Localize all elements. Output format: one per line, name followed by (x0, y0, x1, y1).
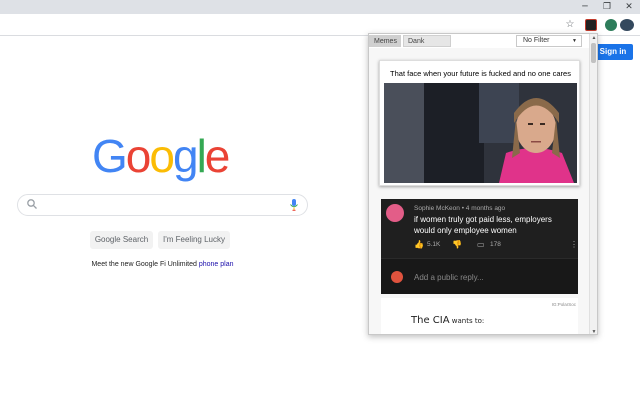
meme-credit: IG:PolarSoc (551, 302, 576, 307)
meme-card[interactable]: Sophie McKeon • 4 months ago if women tr… (381, 199, 578, 294)
scroll-up-arrow-icon[interactable]: ▲ (590, 34, 597, 42)
sign-in-button[interactable]: Sign in (593, 44, 633, 60)
comment-author: Sophie McKeon • 4 months ago (414, 205, 506, 212)
google-logo: Google (92, 130, 231, 182)
meme-text-big: The CIA (411, 315, 450, 326)
title-bar: ─ ❐ ✕ (0, 0, 640, 14)
logo-letter: g (172, 130, 199, 182)
feeling-lucky-button[interactable]: I'm Feeling Lucky (158, 231, 230, 249)
search-input[interactable] (17, 194, 308, 216)
logo-letter: G (92, 130, 128, 182)
reply-count: 178 (490, 241, 501, 248)
logo-letter: o (125, 130, 152, 182)
bookmark-star-icon[interactable]: ☆ (563, 18, 577, 32)
meme-card[interactable]: That face when your future is fucked and… (379, 60, 580, 186)
like-count: 5.1K (427, 241, 441, 248)
scroll-down-arrow-icon[interactable]: ▼ (590, 328, 597, 334)
logo-letter: o (149, 130, 175, 182)
tab-dank-memes[interactable]: Dank memes (403, 35, 451, 57)
avatar (391, 271, 403, 283)
meme-image (384, 83, 577, 183)
reply-placeholder: Add a public reply... (414, 273, 484, 282)
extension-icon[interactable] (605, 19, 617, 31)
search-icon (27, 199, 37, 209)
google-search-button[interactable]: Google Search (90, 231, 153, 249)
meme-card[interactable]: IG:PolarSoc The CIA wants to: (381, 298, 578, 334)
profile-avatar[interactable] (620, 19, 634, 31)
avatar (386, 204, 404, 222)
comment-actions: 👍 5.1K 👎 ▭ 178 ⋮ (414, 240, 578, 251)
popup-scrollbar[interactable]: ▲ ▼ (589, 34, 597, 334)
popup-tabs: Memes Dank memes No Filter ▼ (369, 34, 591, 57)
reply-bar: Add a public reply... (381, 258, 578, 294)
thumbs-up-icon: 👍 (414, 240, 424, 249)
chevron-down-icon: ▼ (572, 38, 577, 44)
more-icon: ⋮ (570, 240, 578, 249)
minimize-button[interactable]: ─ (574, 0, 596, 14)
maximize-button[interactable]: ❐ (596, 0, 618, 14)
tab-memes[interactable]: Memes (369, 35, 401, 47)
promo-label: Meet the new Google Fi Unlimited (91, 261, 199, 268)
meme-text-small: wants to: (449, 317, 485, 325)
meme-extension-popup: Memes Dank memes No Filter ▼ That face w… (368, 33, 598, 335)
promo-link[interactable]: phone plan (199, 261, 234, 268)
filter-value: No Filter (523, 37, 550, 44)
meme-text: The CIA wants to: (411, 315, 484, 326)
replies-icon: ▭ (477, 240, 485, 249)
comment-text: if women truly got paid less, employers … (414, 215, 552, 235)
thumbs-down-icon: 👎 (452, 240, 462, 249)
scroll-thumb[interactable] (591, 43, 596, 63)
microphone-icon[interactable] (289, 198, 299, 212)
meme-extension-icon[interactable] (585, 19, 597, 31)
meme-feed[interactable]: That face when your future is fucked and… (369, 48, 590, 334)
browser-window: ─ ❐ ✕ ☆ Sign in Google Google Search I'm… (0, 0, 640, 400)
logo-letter: e (204, 130, 231, 182)
meme-caption: That face when your future is fucked and… (390, 69, 571, 78)
close-button[interactable]: ✕ (618, 0, 640, 14)
meme-photo (384, 83, 577, 183)
filter-select[interactable]: No Filter ▼ (516, 35, 582, 47)
logo-letter: l (196, 130, 207, 182)
promo-text: Meet the new Google Fi Unlimited phone p… (0, 261, 325, 268)
